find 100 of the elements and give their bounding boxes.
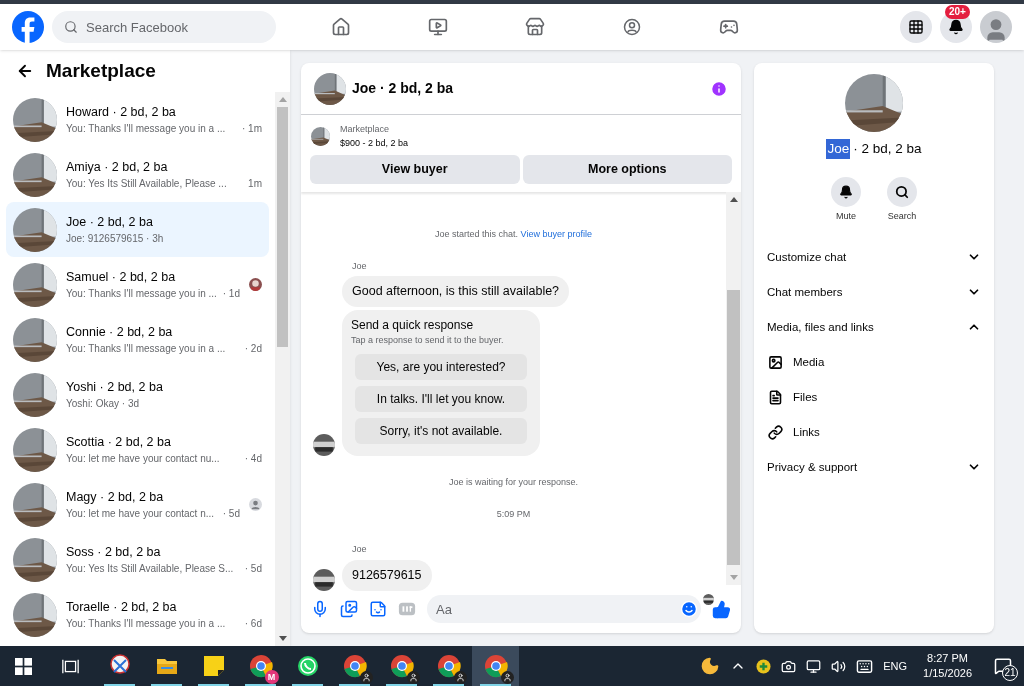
message-preview: You: let me have your contact n... (66, 507, 215, 522)
section-header[interactable]: Customize chat (767, 239, 981, 275)
profile-icon (453, 671, 467, 684)
conversation-name: Toraelle · 2 bd, 2 ba (66, 598, 178, 616)
profile-icon (406, 671, 420, 684)
message-time: · 1d (222, 287, 240, 302)
file-icon (768, 389, 783, 405)
conversation-item[interactable]: Connie · 2 bd, 2 ba You: Thanks I'll message you in a ... · 2d (6, 312, 269, 367)
browser-icon (483, 654, 508, 678)
sender-name: Joe (352, 543, 368, 557)
action-button[interactable]: More options (522, 155, 732, 184)
section-item[interactable]: Media (767, 344, 981, 380)
scroll-down-icon[interactable] (278, 636, 287, 641)
message-preview: Yoshi: Okay · 3d (66, 397, 139, 412)
link-icon (768, 424, 783, 440)
like-icon (712, 599, 731, 619)
conversation-name: Connie · 2 bd, 2 ba (66, 323, 174, 341)
browser-icon (436, 654, 461, 678)
scroll-up-icon[interactable] (729, 197, 738, 202)
quick-reply-button[interactable]: In talks. I'll let you know. (355, 386, 527, 413)
message-time: · 5d (222, 507, 240, 522)
conversation-name: Joe · 2 bd, 2 ba (66, 213, 154, 231)
language-indicator[interactable]: ENG (883, 657, 908, 675)
conversation-item[interactable]: Yoshi · 2 bd, 2 ba Yoshi: Okay · 3d (6, 367, 269, 422)
message-time: 1m (248, 177, 262, 192)
windows-icon (15, 657, 32, 675)
conversation-name: Scottia · 2 bd, 2 ba (66, 433, 172, 451)
conversation-item[interactable]: Soss · 2 bd, 2 ba You: Yes Its Still Available, Please S... · 5d (6, 532, 269, 587)
listing-summary: $900 - 2 bd, 2 ba (340, 137, 409, 150)
back-icon (16, 62, 34, 80)
quick-response-subtitle: Tap a response to send it to the buyer. (351, 333, 505, 347)
conversation-item[interactable]: Amiya · 2 bd, 2 ba You: Yes Its Still Available, Please ... 1m (6, 147, 269, 202)
message-preview: Joe: 9126579615 · 3h (66, 232, 164, 247)
tray-app-icon[interactable] (756, 658, 772, 674)
microphone-icon (311, 600, 329, 618)
taskbar-app[interactable]: M (237, 646, 284, 686)
browser-icon (248, 654, 273, 678)
profile-icon (500, 671, 514, 684)
section-item[interactable]: Links (767, 414, 981, 450)
chat-scrollbar[interactable] (726, 192, 741, 585)
search-field[interactable]: Search Facebook (86, 11, 276, 43)
conversation-item[interactable]: Howard · 2 bd, 2 ba You: Thanks I'll message you in a ... · 1m (6, 92, 269, 147)
conversation-name: Howard · 2 bd, 2 ba (66, 103, 177, 121)
section-header[interactable]: Chat members (767, 274, 981, 310)
buyer-profile-link[interactable]: View buyer profile (520, 229, 592, 239)
section-header[interactable]: Privacy & support (767, 449, 981, 485)
scrollbar[interactable] (275, 92, 290, 646)
conversation-item[interactable]: Magy · 2 bd, 2 ba You: let me have your contact n... · 5d (6, 477, 269, 532)
message-time: · 6d (244, 617, 262, 632)
profile-icon (359, 671, 373, 684)
message-preview: You: Thanks I'll message you in a ... (66, 122, 226, 137)
conversation-name: Soss · 2 bd, 2 ba (66, 543, 162, 561)
selected-name: Joe (826, 139, 851, 160)
message-timestamp: 5:09 PM (495, 507, 532, 521)
action-button[interactable]: View buyer (310, 155, 520, 184)
sticky-note-icon (201, 654, 226, 678)
conversation-item[interactable]: Toraelle · 2 bd, 2 ba You: Thanks I'll message you in a ... · 6d (6, 587, 269, 642)
chat-bubble-icon (295, 654, 320, 678)
clock[interactable]: 8:27 PM 1/15/2026 (917, 651, 978, 681)
search-icon (895, 185, 909, 200)
message-time: · 5d (244, 562, 262, 577)
message-time: · 1m (242, 122, 262, 137)
notification-center-button[interactable]: 21 (988, 651, 1018, 681)
message-bubble: 9126579615 (342, 559, 432, 591)
browser-icon (342, 654, 367, 678)
video-icon (427, 17, 448, 37)
info-icon (710, 79, 728, 98)
emoji-icon (680, 600, 698, 618)
home-icon (330, 17, 351, 37)
profile-badge: M (264, 670, 279, 684)
volume-icon (831, 658, 847, 674)
conversation-item[interactable]: Joe · 2 bd, 2 ba Joe: 9126579615 · 3h (6, 202, 269, 257)
grid-icon (908, 19, 924, 35)
section-header[interactable]: Media, files and links (767, 309, 981, 345)
profile-button[interactable] (980, 11, 1012, 43)
gamepad-icon (718, 17, 739, 37)
conversation-item[interactable]: Samuel · 2 bd, 2 ba You: Thanks I'll message you in ... · 1d (6, 257, 269, 312)
photo-icon (768, 354, 783, 370)
sender-name: Joe (352, 259, 368, 273)
message-preview: You: Yes Its Still Available, Please ... (66, 177, 227, 192)
sidebar-title: Marketplace (46, 58, 156, 83)
message-preview: You: Yes Its Still Available, Please S... (66, 562, 234, 577)
listing-source: Marketplace (340, 123, 391, 136)
menu-button[interactable] (900, 11, 932, 43)
search-bar[interactable]: Search Facebook (52, 11, 276, 43)
logo-icon[interactable] (12, 11, 44, 43)
conversation-name: Samuel · 2 bd, 2 ba (66, 268, 177, 286)
search-icon (64, 20, 78, 34)
section-item[interactable]: Files (767, 379, 981, 415)
quick-reply-button[interactable]: Yes, are you interested? (355, 354, 527, 381)
message-preview: You: Thanks I'll message you in a ... (66, 617, 226, 632)
message-time: · 2d (244, 342, 262, 357)
message-preview: You: Thanks I'll message you in ... (66, 287, 217, 302)
bell-icon (839, 185, 853, 200)
quick-reply-button[interactable]: Sorry, it's not available. (355, 418, 527, 445)
conversation-item[interactable]: Scottia · 2 bd, 2 ba You: let me have your contact nu... · 4d (6, 422, 269, 477)
conversation-name: Amiya · 2 bd, 2 ba (66, 158, 169, 176)
conversation-name: Yoshi · 2 bd, 2 ba (66, 378, 164, 396)
message-time: · 4d (244, 452, 262, 467)
taskbar-app[interactable] (472, 646, 519, 686)
